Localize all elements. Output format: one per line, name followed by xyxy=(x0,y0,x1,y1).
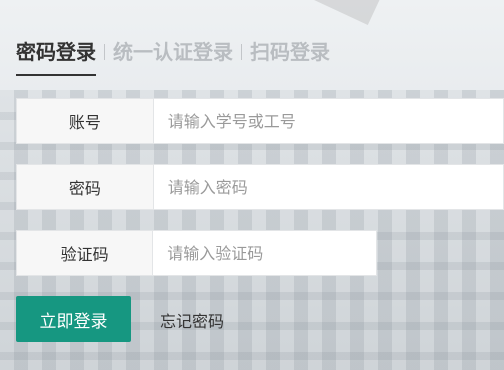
decorative-shape xyxy=(295,0,385,26)
captcha-row: 验证码 xyxy=(16,230,377,276)
captcha-input[interactable] xyxy=(153,231,376,275)
password-input[interactable] xyxy=(153,165,503,209)
captcha-label: 验证码 xyxy=(17,231,154,275)
tab-divider xyxy=(241,44,242,60)
forgot-password-link[interactable]: 忘记密码 xyxy=(160,308,224,332)
account-label: 账号 xyxy=(17,99,154,143)
login-button[interactable]: 立即登录 xyxy=(16,296,131,342)
tab-divider xyxy=(104,44,105,60)
tab-password-login[interactable]: 密码登录 xyxy=(16,38,96,76)
password-row: 密码 xyxy=(16,164,504,210)
login-tabs: 密码登录 统一认证登录 扫码登录 xyxy=(16,38,330,78)
tab-qrcode-login[interactable]: 扫码登录 xyxy=(250,38,330,76)
password-label: 密码 xyxy=(17,165,154,209)
account-input[interactable] xyxy=(153,99,503,143)
account-row: 账号 xyxy=(16,98,504,144)
tab-unified-auth-login[interactable]: 统一认证登录 xyxy=(113,38,233,76)
